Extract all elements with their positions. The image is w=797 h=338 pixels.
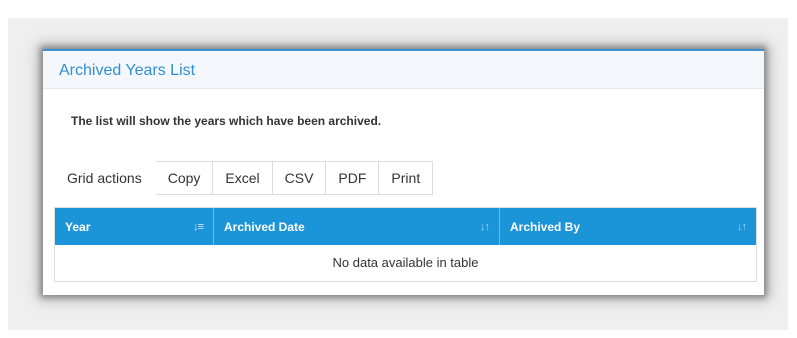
grid-actions-label: Grid actions xyxy=(67,170,142,186)
column-header-label: Archived By xyxy=(510,219,581,234)
csv-button[interactable]: CSV xyxy=(272,161,327,195)
table-header-row: Year ↓≡ Archived Date ↓↑ Archived By ↓↑ xyxy=(55,208,756,245)
sort-both-icon: ↓↑ xyxy=(737,220,747,233)
archived-years-panel: Archived Years List The list will show t… xyxy=(43,49,764,295)
print-button[interactable]: Print xyxy=(379,161,434,195)
panel-title: Archived Years List xyxy=(43,51,764,89)
column-header-label: Year xyxy=(65,219,91,234)
empty-table-message: No data available in table xyxy=(55,245,756,281)
column-header-archived-by[interactable]: Archived By ↓↑ xyxy=(500,208,756,245)
pdf-button[interactable]: PDF xyxy=(326,161,380,195)
archived-years-table: Year ↓≡ Archived Date ↓↑ Archived By ↓↑ … xyxy=(54,207,757,282)
sort-ascending-icon: ↓≡ xyxy=(193,220,204,233)
column-header-label: Archived Date xyxy=(224,219,305,234)
column-header-archived-date[interactable]: Archived Date ↓↑ xyxy=(214,208,500,245)
grid-actions-toolbar: Grid actions Copy Excel CSV PDF Print xyxy=(55,161,434,195)
panel-description: The list will show the years which have … xyxy=(71,114,382,128)
sort-both-icon: ↓↑ xyxy=(480,220,490,233)
copy-button[interactable]: Copy xyxy=(155,161,214,195)
excel-button[interactable]: Excel xyxy=(213,161,273,195)
column-header-year[interactable]: Year ↓≡ xyxy=(55,208,214,245)
